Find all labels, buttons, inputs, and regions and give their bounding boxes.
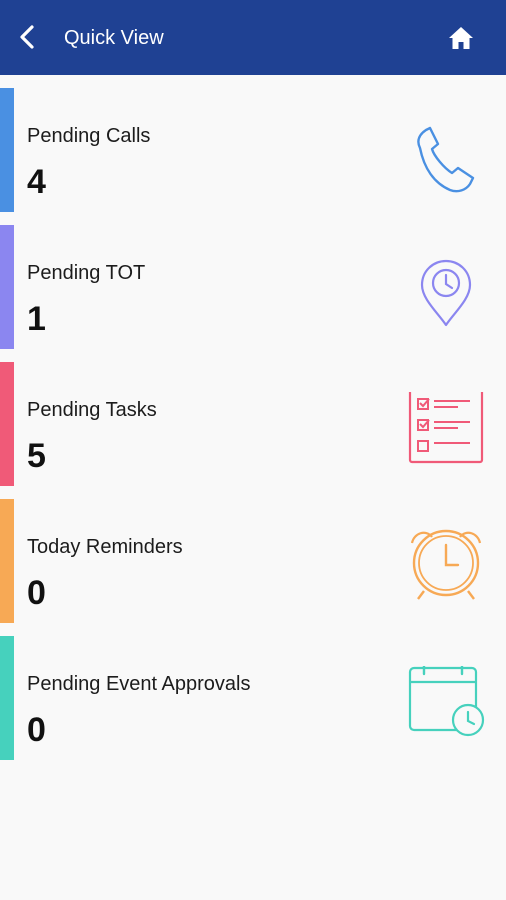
card-pending-tasks[interactable]: Pending Tasks 5 (0, 362, 506, 486)
phone-icon (398, 118, 494, 208)
card-label: Pending Event Approvals (27, 673, 251, 695)
card-label: Today Reminders (27, 536, 183, 558)
home-button[interactable] (440, 18, 482, 58)
page-title: Quick View (64, 27, 164, 49)
card-accent-bar (0, 499, 14, 623)
card-label: Pending TOT (27, 262, 146, 284)
card-count: 5 (27, 437, 46, 475)
checklist-icon (398, 386, 494, 482)
card-count: 0 (27, 574, 46, 612)
card-pending-tot[interactable]: Pending TOT 1 (0, 225, 506, 349)
card-label: Pending Calls (27, 125, 151, 147)
card-count: 0 (27, 711, 46, 749)
home-icon (449, 27, 473, 49)
location-clock-icon (398, 255, 494, 345)
alarm-clock-icon (398, 529, 494, 619)
card-accent-bar (0, 88, 14, 212)
card-accent-bar (0, 636, 14, 760)
back-button[interactable] (10, 17, 46, 57)
app-bar: Quick View (0, 0, 506, 75)
card-today-reminders[interactable]: Today Reminders 0 (0, 499, 506, 623)
card-label: Pending Tasks (27, 399, 157, 421)
calendar-clock-icon (398, 658, 494, 756)
chevron-left-icon (20, 25, 34, 49)
card-count: 1 (27, 300, 46, 338)
card-pending-event-approvals[interactable]: Pending Event Approvals 0 (0, 636, 506, 760)
card-count: 4 (27, 163, 46, 201)
card-accent-bar (0, 362, 14, 486)
card-pending-calls[interactable]: Pending Calls 4 (0, 88, 506, 212)
card-accent-bar (0, 225, 14, 349)
